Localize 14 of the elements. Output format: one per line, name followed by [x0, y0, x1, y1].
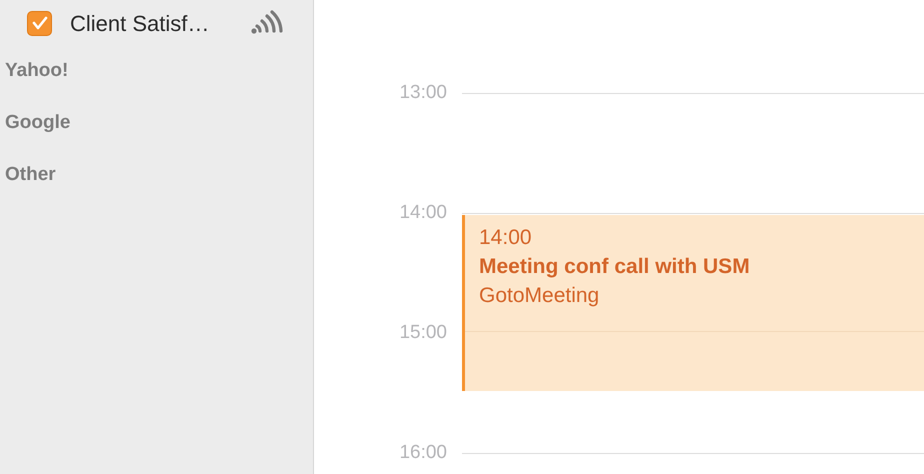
account-group-label: Yahoo! — [5, 59, 68, 83]
event-location: GotoMeeting — [479, 283, 600, 309]
calendar-name[interactable]: Client Satisf… — [70, 6, 249, 40]
event-title: Meeting conf call with USM — [479, 254, 750, 280]
hour-label: 13:00 — [398, 82, 447, 104]
event-time: 14:00 — [479, 225, 532, 251]
broadcast-icon — [249, 10, 283, 36]
hour-label: 14:00 — [398, 202, 447, 224]
calendar-checkbox[interactable] — [27, 10, 52, 36]
hour-label: 15:00 — [398, 322, 447, 344]
checkmark-icon — [32, 16, 48, 30]
hour-label: 16:00 — [398, 442, 447, 464]
account-group-label: Google — [5, 111, 70, 135]
account-group-label: Other — [5, 163, 56, 187]
